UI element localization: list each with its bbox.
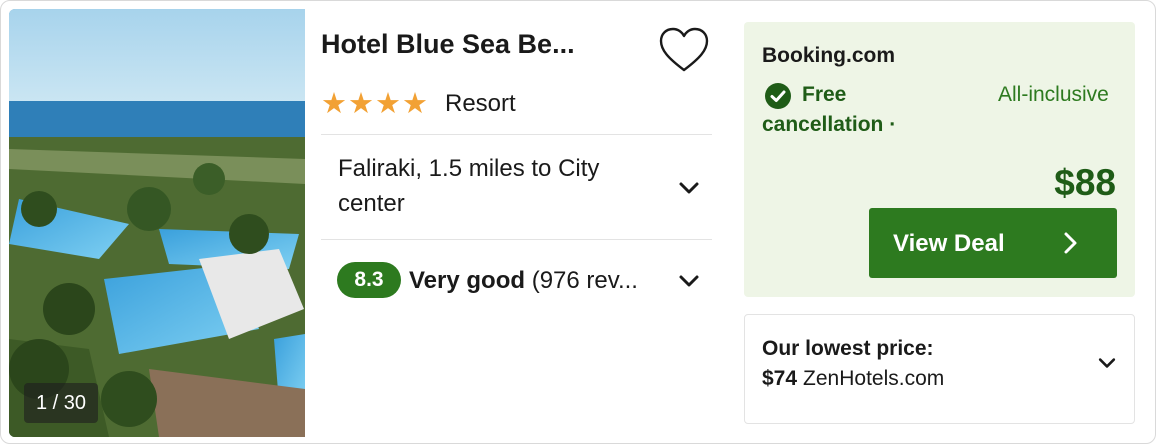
rating-score-badge: 8.3 <box>337 262 401 298</box>
hotel-photo[interactable]: 1 / 30 <box>9 9 305 437</box>
star-icon: ★ <box>321 88 347 120</box>
heart-outline-icon <box>659 27 709 72</box>
divider <box>321 134 712 135</box>
meal-plan: All-inclusive <box>998 83 1109 106</box>
location-text: Faliraki, 1.5 miles to City center <box>338 155 600 217</box>
deal-price: $88 <box>1054 162 1116 203</box>
lowest-price-value: $74 <box>762 367 798 390</box>
review-count: (976 rev... <box>531 267 638 294</box>
separator-dot: · <box>889 113 897 136</box>
view-deal-label: View Deal <box>893 230 1005 257</box>
deal-panel: Booking.com Free cancellation · All-incl… <box>744 22 1135 297</box>
favorite-button[interactable] <box>656 25 712 77</box>
hotel-photo-image <box>9 9 305 437</box>
star-icon: ★ <box>375 88 401 120</box>
hotel-class-row: ★ ★ ★ ★ Resort <box>321 87 516 121</box>
hotel-name[interactable]: Hotel Blue Sea Be... <box>321 27 641 61</box>
star-rating: ★ ★ ★ ★ <box>321 89 428 119</box>
star-icon: ★ <box>402 88 428 120</box>
rating-row[interactable]: 8.3 Very good (976 rev... <box>321 241 712 321</box>
deal-provider: Booking.com <box>762 44 896 67</box>
lowest-price-line: $74 ZenHotels.com <box>762 367 944 391</box>
lowest-price-label: Our lowest price: <box>762 337 934 360</box>
hotel-result-card: 1 / 30 Hotel Blue Sea Be... ★ ★ ★ ★ Resort … <box>0 0 1156 444</box>
divider <box>321 239 712 240</box>
chevron-down-icon <box>675 267 703 295</box>
chevron-down-icon <box>675 174 703 202</box>
rating-text: Very good (976 rev... <box>409 265 638 297</box>
photo-counter: 1 / 30 <box>24 383 99 423</box>
rating-label: Very good <box>409 267 526 294</box>
chevron-down-icon <box>1095 351 1119 375</box>
lowest-price-panel[interactable]: Our lowest price: $74 ZenHotels.com <box>744 314 1135 424</box>
hotel-type: Resort <box>445 90 516 117</box>
lowest-price-provider: ZenHotels.com <box>803 367 945 390</box>
check-circle-icon <box>764 82 792 110</box>
star-icon: ★ <box>348 88 374 120</box>
view-deal-button[interactable]: View Deal <box>869 208 1117 278</box>
free-cancellation-text: Free cancellation · <box>762 80 962 140</box>
chevron-right-icon <box>1057 230 1083 256</box>
location-row[interactable]: Faliraki, 1.5 miles to City center <box>321 137 712 237</box>
